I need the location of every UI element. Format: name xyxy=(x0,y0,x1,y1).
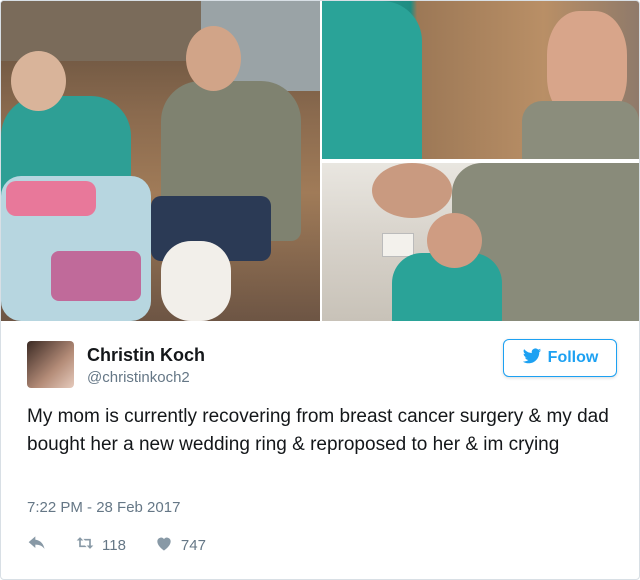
heart-icon xyxy=(154,533,174,557)
tweet-card: Christin Koch @christinkoch2 Follow My m… xyxy=(0,0,640,580)
like-count: 747 xyxy=(180,536,206,554)
author-handle[interactable]: @christinkoch2 xyxy=(87,369,190,386)
retweet-count: 118 xyxy=(102,536,126,554)
photo-proposal[interactable] xyxy=(1,1,320,321)
photo-hug[interactable] xyxy=(322,163,639,321)
avatar[interactable] xyxy=(27,341,74,388)
like-button[interactable]: 747 xyxy=(154,533,206,557)
twitter-bird-icon xyxy=(522,346,542,371)
tweet-actions: 118 747 xyxy=(27,531,234,559)
photo-closeup-dad[interactable] xyxy=(322,1,639,159)
retweet-button[interactable]: 118 xyxy=(75,533,126,557)
tweet-timestamp[interactable]: 7:22 PM - 28 Feb 2017 xyxy=(27,499,180,516)
author-name[interactable]: Christin Koch xyxy=(87,345,205,366)
follow-label: Follow xyxy=(547,349,599,366)
reply-button[interactable] xyxy=(27,533,47,557)
tweet-header: Christin Koch @christinkoch2 Follow xyxy=(27,337,617,389)
photo-separator xyxy=(322,159,639,163)
retweet-icon xyxy=(75,533,95,557)
reply-icon xyxy=(27,533,47,557)
follow-button[interactable]: Follow xyxy=(503,339,617,377)
photo-grid xyxy=(1,1,639,321)
tweet-text: My mom is currently recovering from brea… xyxy=(27,406,609,455)
